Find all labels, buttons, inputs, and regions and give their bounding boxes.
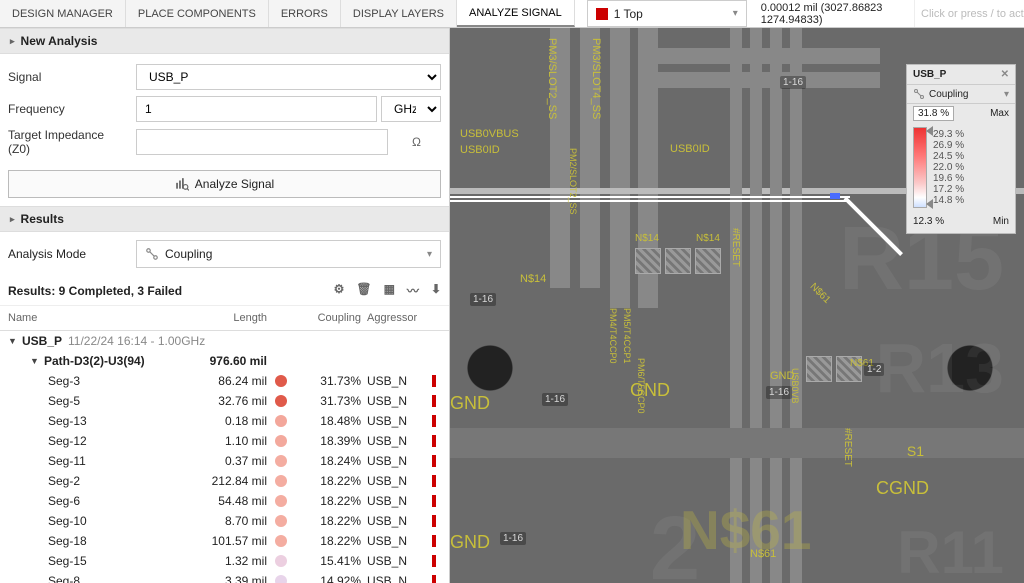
legend-ticks: 29.3 %26.9 %24.5 %22.0 %19.6 %17.2 %14.8…: [933, 127, 1009, 208]
legend-min-value: 12.3 %: [913, 216, 944, 227]
results-table-header: Name Length Coupling Aggressor: [0, 306, 449, 331]
result-segment-row[interactable]: Seg-18 101.57 mil 18.22% USB_N: [0, 531, 449, 551]
frequency-input[interactable]: [136, 96, 377, 122]
result-segment-row[interactable]: Seg-6 54.48 mil 18.22% USB_N: [0, 491, 449, 511]
tab-analyze-signal[interactable]: ANALYZE SIGNAL: [457, 0, 575, 27]
frequency-unit-select[interactable]: GHz: [381, 96, 441, 122]
tab-display-layers[interactable]: DISPLAY LAYERS: [341, 0, 457, 27]
result-segment-row[interactable]: Seg-13 0.18 mil 18.48% USB_N: [0, 411, 449, 431]
chevron-down-icon: ▾: [1004, 89, 1009, 100]
graph-icon[interactable]: 〰: [407, 282, 419, 299]
analyze-signal-button[interactable]: Analyze Signal: [8, 170, 441, 198]
coupling-icon: [145, 247, 159, 261]
tab-bar: DESIGN MANAGER PLACE COMPONENTS ERRORS D…: [0, 0, 575, 27]
pcb-canvas[interactable]: R15 R13 R11 2 N$61 USB0VBUS USB0ID USB0I…: [450, 28, 1024, 583]
analysis-mode-label: Analysis Mode: [8, 247, 128, 261]
legend-mode-select[interactable]: Coupling ▾: [907, 85, 1015, 104]
frequency-label: Frequency: [8, 102, 128, 116]
tab-design-manager[interactable]: DESIGN MANAGER: [0, 0, 126, 27]
command-hint[interactable]: Click or press / to activate c: [914, 0, 1024, 27]
tab-place-components[interactable]: PLACE COMPONENTS: [126, 0, 269, 27]
collapse-icon: ▸: [10, 214, 15, 225]
result-segment-row[interactable]: Seg-2 212.84 mil 18.22% USB_N: [0, 471, 449, 491]
legend-gradient-bar[interactable]: [913, 127, 927, 208]
coupling-icon: [913, 88, 925, 100]
delete-icon[interactable]: 🗑: [356, 282, 371, 299]
result-path-row[interactable]: ▼ Path-D3(2)-U3(94)976.60 mil: [0, 351, 449, 371]
analyze-icon: [175, 177, 189, 191]
z0-input[interactable]: [136, 129, 388, 155]
table-icon[interactable]: ▦: [384, 282, 395, 299]
result-segment-row[interactable]: Seg-3 86.24 mil 31.73% USB_N: [0, 371, 449, 391]
layer-color-swatch: [596, 8, 608, 20]
tab-errors[interactable]: ERRORS: [269, 0, 341, 27]
result-segment-row[interactable]: Seg-10 8.70 mil 18.22% USB_N: [0, 511, 449, 531]
results-rows-container: ▼USB_P11/22/24 16:14 - 1.00GHz ▼ Path-D3…: [0, 331, 449, 583]
signal-label: Signal: [8, 70, 128, 84]
analysis-mode-select[interactable]: Coupling ▾: [136, 240, 441, 268]
legend-title: USB_P: [913, 69, 946, 80]
collapse-icon: ▸: [10, 36, 15, 47]
cursor-coordinates: 0.00012 mil (3027.86823 1274.94833): [747, 0, 914, 27]
chevron-down-icon: ▾: [427, 249, 432, 260]
result-segment-row[interactable]: Seg-8 3.39 mil 14.92% USB_N: [0, 571, 449, 583]
results-header[interactable]: ▸ Results: [0, 206, 449, 232]
legend-min-label: Min: [993, 216, 1009, 227]
legend-max-value: 31.8 %: [913, 106, 954, 121]
z0-unit: Ω: [392, 129, 441, 155]
signal-select[interactable]: USB_P: [136, 64, 441, 90]
coupling-legend: USB_P ✕ Coupling ▾ 31.8 % Max 29.3 %26.9…: [906, 64, 1016, 234]
result-segment-row[interactable]: Seg-15 1.32 mil 15.41% USB_N: [0, 551, 449, 571]
close-icon[interactable]: ✕: [1001, 69, 1009, 80]
layer-name: 1 Top: [614, 7, 643, 21]
z0-label: Target Impedance (Z0): [8, 128, 128, 156]
result-group-row[interactable]: ▼USB_P11/22/24 16:14 - 1.00GHz: [0, 331, 449, 351]
download-icon[interactable]: ⬇: [431, 282, 441, 299]
new-analysis-header[interactable]: ▸ New Analysis: [0, 28, 449, 54]
result-segment-row[interactable]: Seg-5 32.76 mil 31.73% USB_N: [0, 391, 449, 411]
legend-max-label: Max: [990, 108, 1009, 119]
chevron-down-icon: ▾: [733, 8, 738, 19]
result-segment-row[interactable]: Seg-11 0.37 mil 18.24% USB_N: [0, 451, 449, 471]
results-summary: Results: 9 Completed, 3 Failed: [8, 284, 182, 298]
settings-icon[interactable]: ⚙: [334, 282, 345, 299]
layer-selector[interactable]: 1 Top ▾: [587, 0, 747, 27]
result-segment-row[interactable]: Seg-12 1.10 mil 18.39% USB_N: [0, 431, 449, 451]
